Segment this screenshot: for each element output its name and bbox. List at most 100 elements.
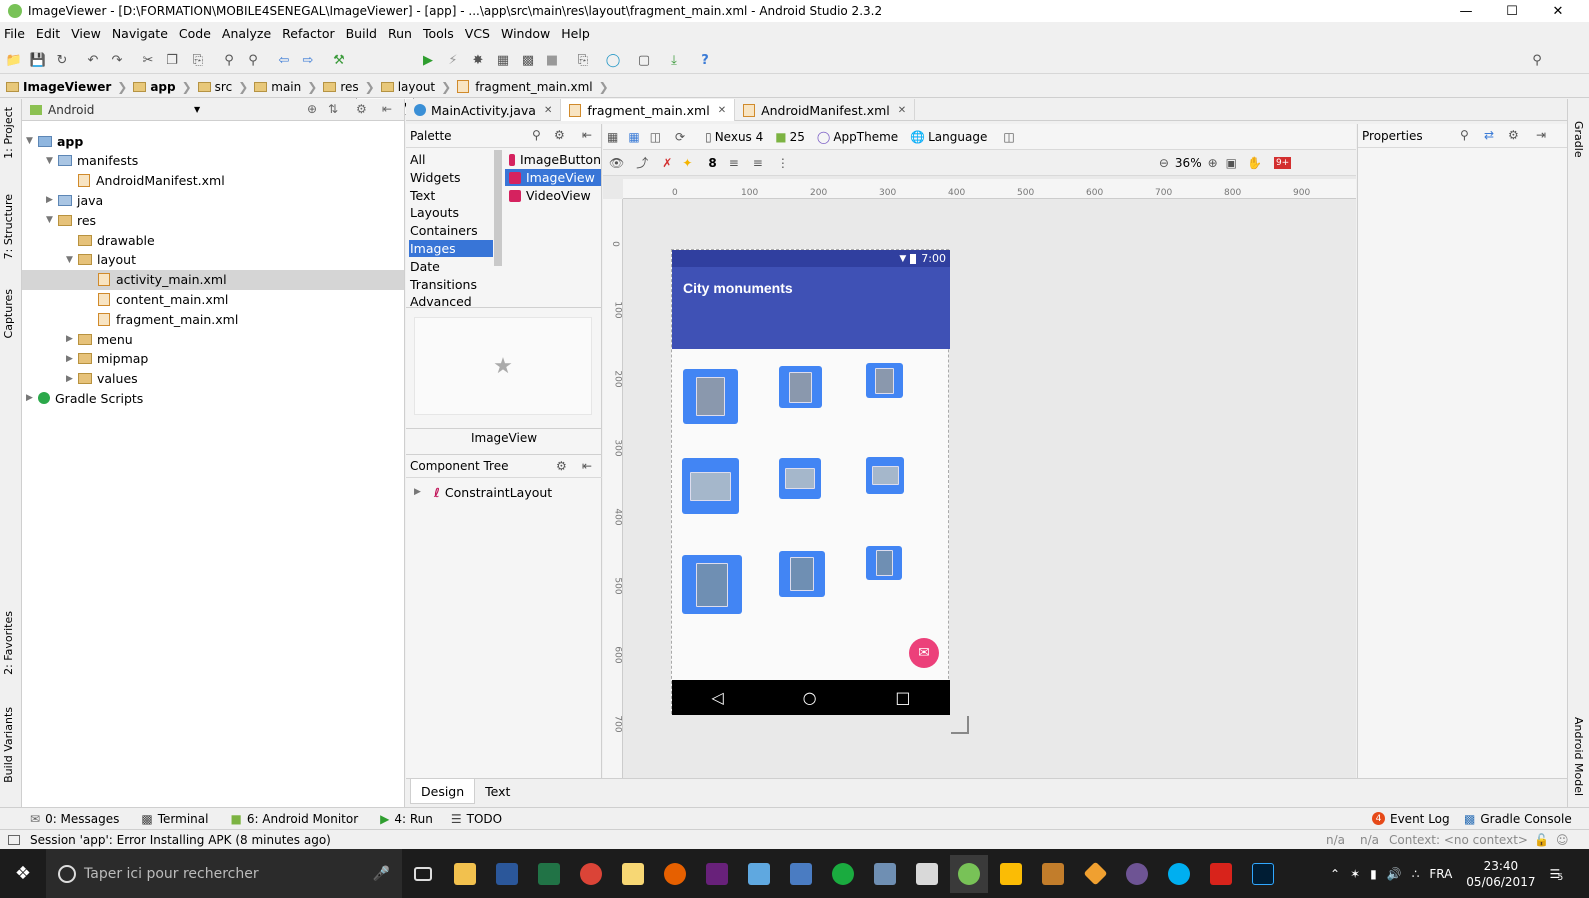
search-icon[interactable]: ⚲ [1528, 51, 1546, 69]
gear-icon[interactable]: ⚙ [554, 128, 565, 142]
sdk-manager-icon[interactable]: ⤓ [665, 51, 683, 69]
image-view[interactable] [866, 363, 903, 398]
hide-panel-icon[interactable]: ⇤ [582, 128, 592, 142]
breadcrumb-item-project[interactable]: ImageViewer ❯ [6, 80, 127, 94]
cut-icon[interactable]: ✂ [139, 51, 157, 69]
tab-fragment-main[interactable]: fragment_main.xml ✕ [561, 99, 736, 121]
breadcrumb-item-file[interactable]: fragment_main.xml ❯ [457, 80, 609, 94]
messages-tool-button[interactable]: ✉ 0: Messages [30, 812, 119, 826]
palette-scrollbar[interactable] [494, 150, 502, 266]
tree-item[interactable]: ▼ app [26, 131, 83, 151]
menu-edit[interactable]: Edit [36, 26, 60, 41]
menu-tools[interactable]: Tools [423, 26, 454, 41]
collapse-all-icon[interactable]: ⇅ [328, 102, 338, 116]
close-icon[interactable]: ✕ [898, 105, 906, 116]
microphone-icon[interactable]: 🎤 [373, 866, 390, 882]
network-icon[interactable] [782, 855, 820, 893]
visual-studio-icon[interactable] [698, 855, 736, 893]
profile-icon[interactable]: ▦ [494, 51, 512, 69]
expand-arrow-icon[interactable]: ▶ [414, 487, 426, 497]
palette-item[interactable]: ImageButton [505, 151, 601, 168]
close-icon[interactable]: ✕ [718, 105, 726, 116]
toggle-tool-windows-icon[interactable] [8, 834, 20, 845]
sync-gradle-icon[interactable]: ◯ [604, 51, 622, 69]
sync-icon[interactable]: ↻ [53, 51, 71, 69]
palette-category[interactable]: All [409, 151, 493, 168]
notification-icon[interactable]: ☰ 5 [1549, 867, 1563, 883]
menu-view[interactable]: View [71, 26, 101, 41]
app-printer-icon[interactable] [866, 855, 904, 893]
palette-category[interactable]: Layouts [409, 204, 493, 221]
battery-icon[interactable]: ▮ [1370, 867, 1377, 881]
find-icon[interactable]: ⚲ [220, 51, 238, 69]
menu-vcs[interactable]: VCS [465, 26, 490, 41]
menu-build[interactable]: Build [346, 26, 377, 41]
replace-icon[interactable]: ⚲ [244, 51, 262, 69]
inspector-icon[interactable]: ☺ [1556, 833, 1569, 847]
firefox-icon[interactable] [656, 855, 694, 893]
menu-code[interactable]: Code [179, 26, 211, 41]
warnings-badge[interactable]: 9+ [1273, 156, 1292, 169]
favorites-tool-button[interactable]: 2: Favorites [2, 611, 15, 675]
maximize-button[interactable]: ☐ [1489, 0, 1535, 22]
task-view-icon[interactable] [404, 855, 442, 893]
open-icon[interactable]: 📁 [5, 51, 23, 69]
image-view[interactable] [779, 458, 821, 499]
collapse-arrow-icon[interactable]: ▼ [46, 156, 58, 166]
tray-app-icon[interactable]: ✶ [1350, 867, 1360, 881]
back-icon[interactable]: ⇦ [275, 51, 293, 69]
apply-changes-icon[interactable]: ⚡ [444, 51, 462, 69]
wifi-icon[interactable]: ∴ [1412, 867, 1420, 881]
notepad-icon[interactable] [740, 855, 778, 893]
image-view[interactable] [682, 555, 742, 614]
image-view[interactable] [682, 458, 739, 514]
acrobat-icon[interactable] [1202, 855, 1240, 893]
terminal-tool-button[interactable]: ▩ Terminal [141, 812, 208, 826]
palette-item[interactable]: VideoView [505, 187, 601, 204]
theme-select[interactable]: AppTheme [833, 130, 898, 144]
menu-window[interactable]: Window [501, 26, 550, 41]
build-variants-tool-button[interactable]: Build Variants [2, 707, 15, 783]
palette-category[interactable]: Images [409, 240, 493, 257]
gradle-console-tool-button[interactable]: ▩ Gradle Console [1464, 812, 1572, 826]
language-select[interactable]: Language [928, 130, 987, 144]
phone-preview[interactable]: ▼ 7:00 City monuments ✉ ◁ ○ □ [671, 249, 950, 715]
excel-icon[interactable] [530, 855, 568, 893]
palette-category[interactable]: Transitions [409, 276, 493, 293]
github-icon[interactable] [1118, 855, 1156, 893]
email-fab[interactable]: ✉ [909, 638, 939, 668]
close-icon[interactable]: ✕ [544, 105, 552, 116]
chevron-down-icon[interactable]: ▼ [194, 105, 200, 114]
save-icon[interactable]: 💾 [29, 51, 47, 69]
breadcrumb-item-main[interactable]: main ❯ [254, 80, 317, 94]
todo-tool-button[interactable]: ☰ TODO [451, 812, 502, 826]
close-button[interactable]: ✕ [1535, 0, 1581, 22]
run-tool-button[interactable]: ▶ 4: Run [380, 812, 433, 826]
undo-icon[interactable]: ↶ [84, 51, 102, 69]
app-green-icon[interactable] [824, 855, 862, 893]
blueprint-view-icon[interactable]: ▦ [628, 130, 639, 144]
volume-icon[interactable]: 🔊 [1387, 867, 1402, 881]
infer-constraints-icon[interactable]: ✦ [682, 156, 692, 170]
image-view[interactable] [866, 546, 902, 580]
input-language[interactable]: FRA [1429, 867, 1452, 881]
menu-run[interactable]: Run [388, 26, 412, 41]
back-nav-icon[interactable]: ◁ [711, 688, 723, 707]
tree-item[interactable]: ▶ Gradle Scripts [26, 388, 143, 408]
expand-arrow-icon[interactable]: ▶ [66, 354, 78, 364]
tree-item[interactable]: ▶ menu [66, 329, 133, 349]
align-icon[interactable]: ≡ [753, 156, 763, 170]
word-icon[interactable] [488, 855, 526, 893]
tree-item[interactable]: ▶ java [46, 190, 103, 210]
search-icon[interactable]: ⚲ [1460, 128, 1469, 142]
breadcrumb-item-layout[interactable]: layout ❯ [380, 80, 451, 94]
guidelines-icon[interactable]: ⋮ [777, 156, 789, 170]
collapse-arrow-icon[interactable]: ▼ [46, 215, 58, 225]
attach-debugger-icon[interactable]: ▩ [519, 51, 537, 69]
taskbar-search-box[interactable]: Taper ici pour rechercher 🎤 [46, 849, 402, 898]
google-drive-icon[interactable] [992, 855, 1030, 893]
collapse-arrow-icon[interactable]: ▼ [66, 255, 78, 265]
event-log-tool-button[interactable]: 4 Event Log [1372, 812, 1450, 826]
avd-manager-icon[interactable]: ⎘ [574, 51, 592, 69]
palette-category[interactable]: Date [409, 258, 493, 275]
